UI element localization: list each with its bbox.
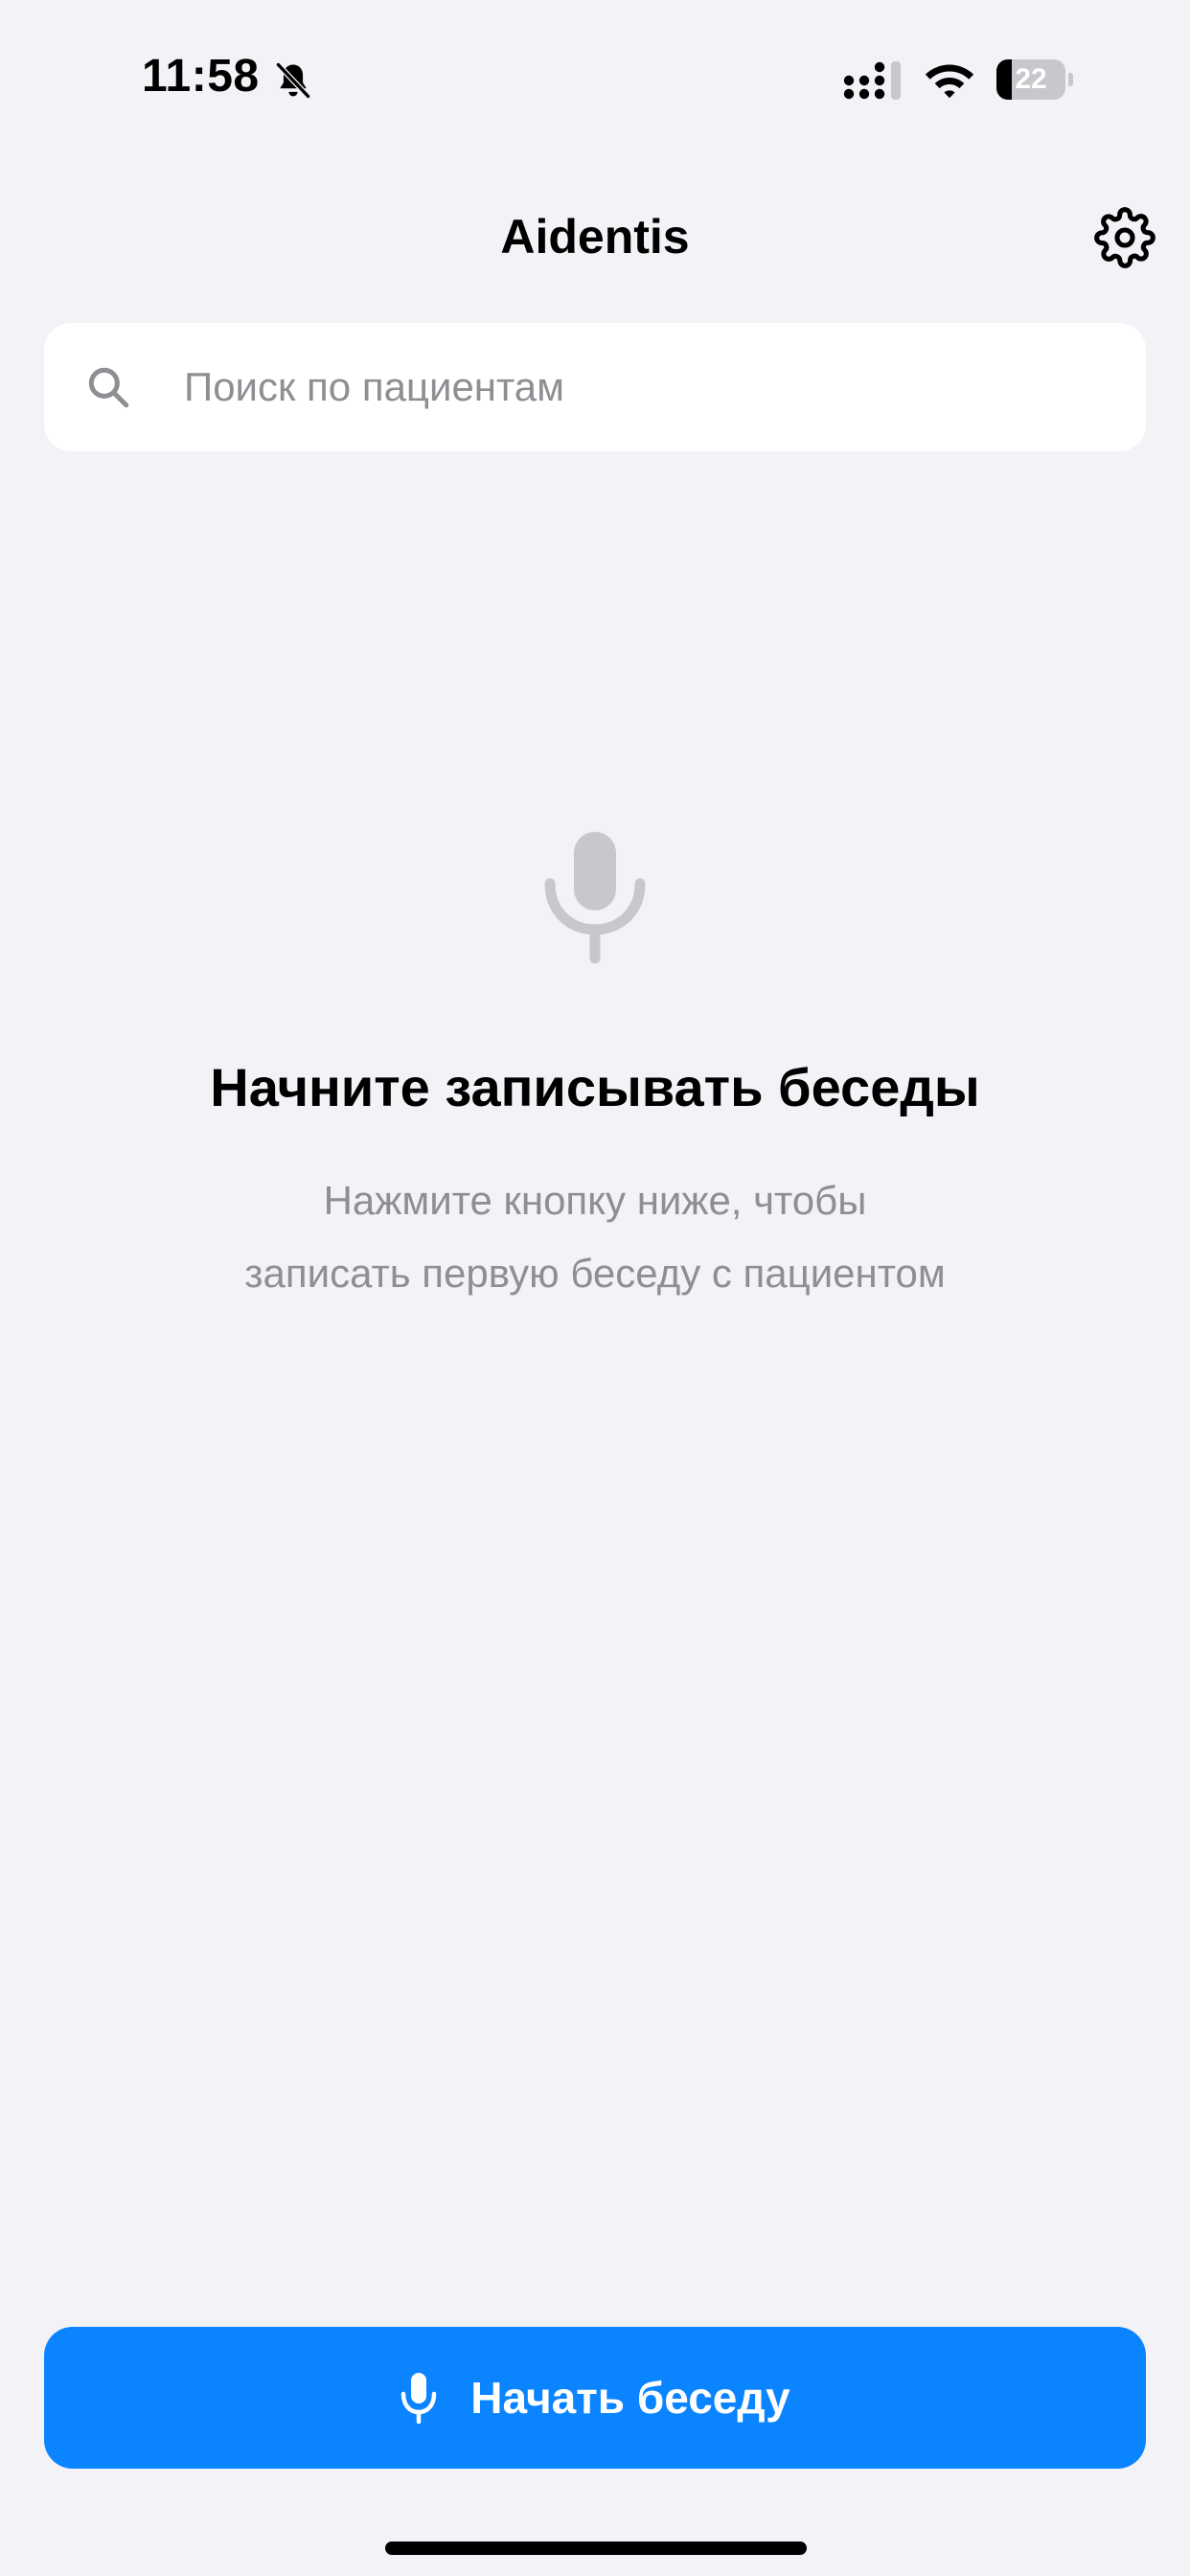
- bell-slash-icon: [275, 61, 311, 100]
- empty-state-subtitle: Нажмите кнопку ниже, чтобы записать перв…: [0, 1164, 1190, 1310]
- search-bar[interactable]: [44, 323, 1146, 451]
- home-indicator[interactable]: [385, 2542, 807, 2555]
- microphone-icon: [544, 832, 646, 964]
- search-input[interactable]: [184, 323, 1123, 451]
- cellular-signal-icon: [843, 61, 901, 100]
- status-time: 11:58: [142, 51, 260, 102]
- start-conversation-label: Начать беседу: [470, 2373, 790, 2423]
- battery-cap: [1068, 73, 1073, 86]
- battery-indicator: 22: [996, 59, 1073, 100]
- battery-body: 22: [996, 59, 1065, 100]
- start-conversation-button[interactable]: Начать беседу: [44, 2327, 1146, 2469]
- search-icon: [88, 367, 129, 408]
- empty-state-subtitle-line1: Нажмите кнопку ниже, чтобы: [323, 1178, 867, 1223]
- status-bar: 11:58 22: [0, 0, 1190, 163]
- battery-level: 22: [1015, 63, 1047, 95]
- wifi-icon: [925, 64, 974, 99]
- empty-state-title: Начните записывать беседы: [210, 1057, 980, 1117]
- microphone-icon: [401, 2373, 437, 2425]
- settings-button[interactable]: [1094, 207, 1156, 268]
- gear-icon: [1094, 207, 1156, 268]
- page-title: Aidentis: [500, 210, 690, 264]
- empty-state-subtitle-line2: записать первую беседу с пациентом: [244, 1251, 946, 1296]
